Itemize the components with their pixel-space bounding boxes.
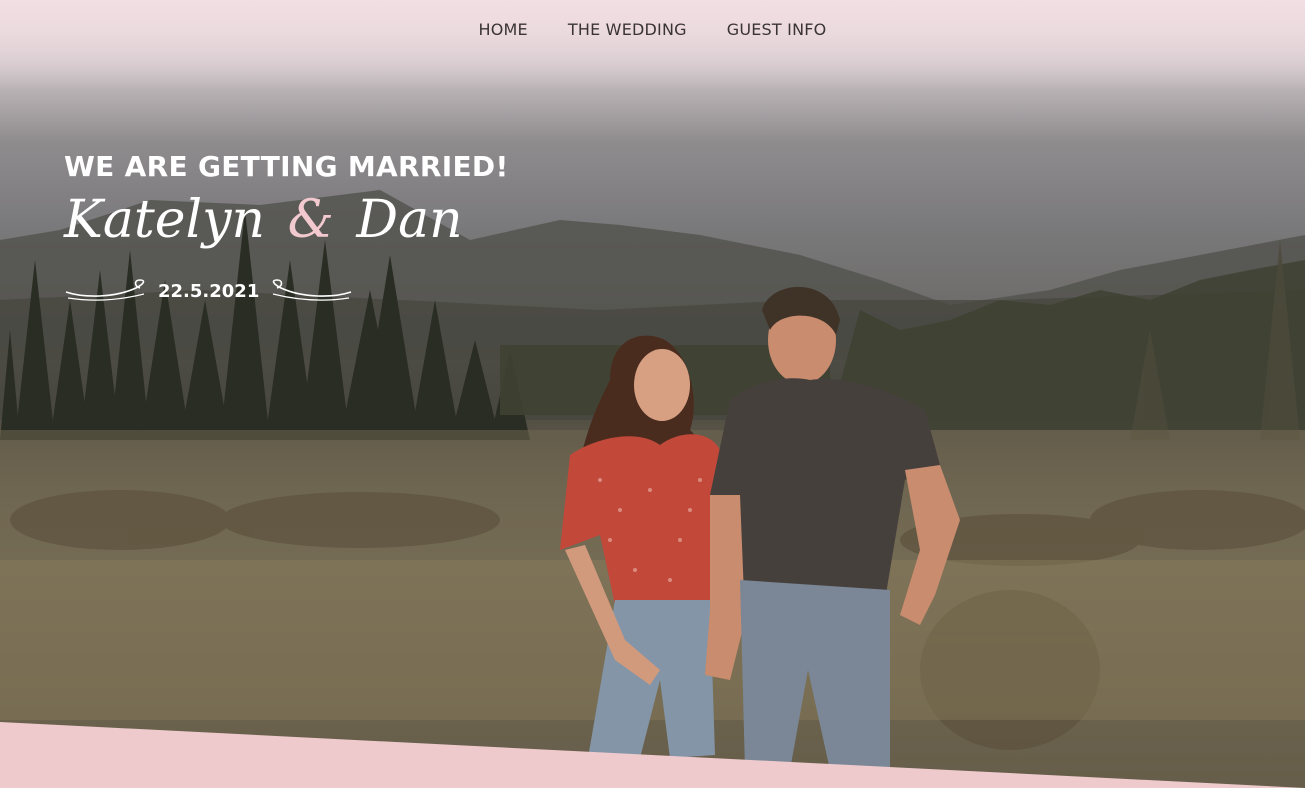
main-nav: HOME THE WEDDING GUEST INFO [0, 20, 1305, 39]
date-row: 22.5.2021 [64, 278, 353, 304]
nav-home-link[interactable]: HOME [479, 20, 528, 39]
wedding-date: 22.5.2021 [158, 280, 260, 302]
couple-names: Katelyn & Dan [64, 190, 463, 250]
hero-headline: WE ARE GETTING MARRIED! [64, 150, 509, 183]
hero-section [0, 0, 1305, 788]
nav-guest-info-link[interactable]: GUEST INFO [727, 20, 827, 39]
nav-the-wedding-link[interactable]: THE WEDDING [568, 20, 687, 39]
name-dan: Dan [356, 190, 463, 250]
ampersand: & [287, 190, 334, 250]
left-flourish-icon [65, 279, 145, 301]
name-katelyn: Katelyn [64, 190, 266, 250]
right-flourish-icon [273, 279, 352, 301]
bottom-divider [0, 722, 1305, 788]
